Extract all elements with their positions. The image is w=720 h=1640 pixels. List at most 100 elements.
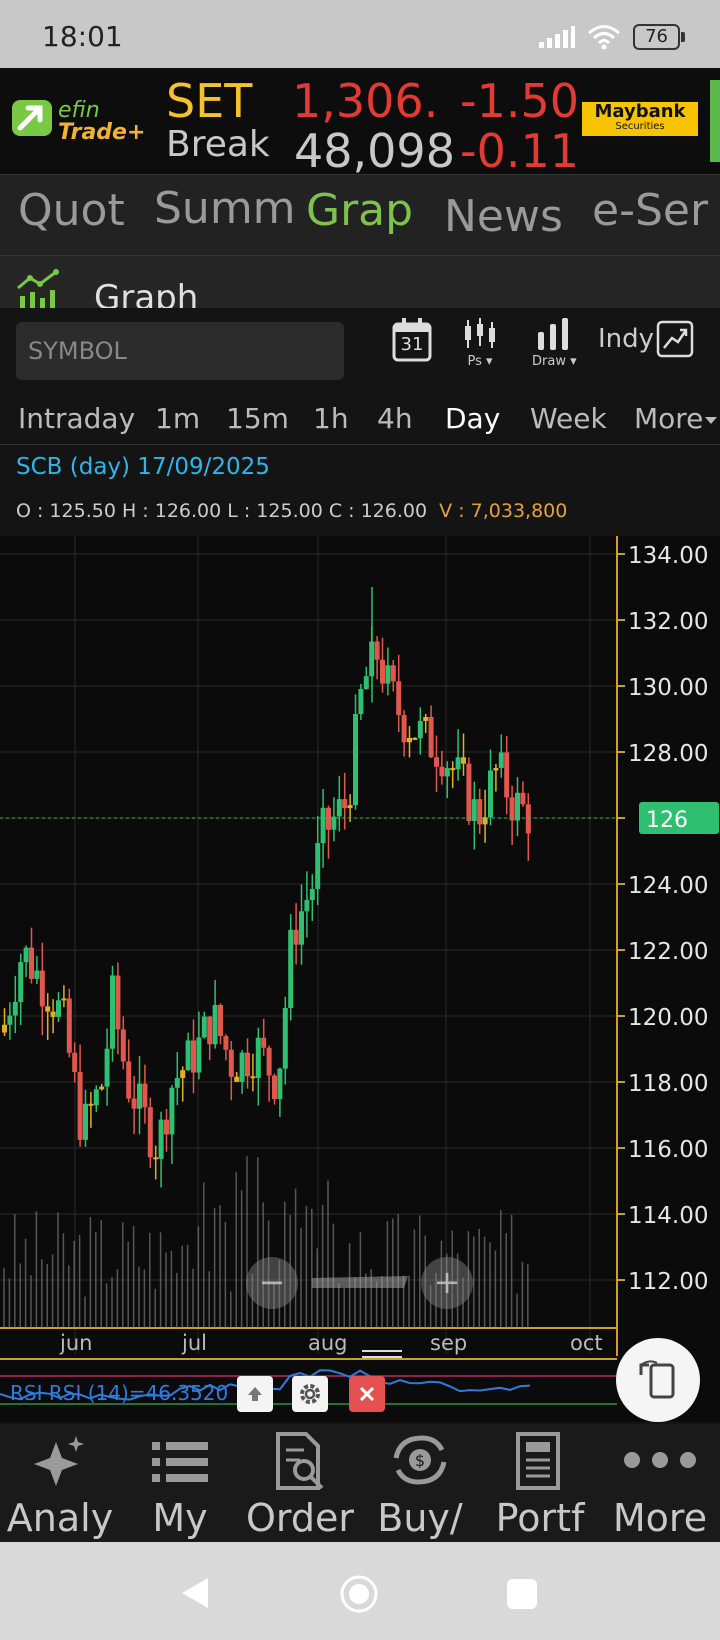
timeframe-1h[interactable]: 1h — [313, 402, 349, 435]
candle-body — [428, 717, 434, 758]
battery-indicator: 76 — [633, 24, 685, 50]
x-tick-label: jun — [59, 1331, 92, 1355]
y-tick-label: 124.00 — [628, 873, 708, 899]
y-tick-label: 134.00 — [628, 543, 708, 569]
nav-buy-sell-label: Buy/ — [377, 1496, 463, 1540]
tab-e-service[interactable]: e-Ser — [592, 185, 708, 236]
timeframe-more[interactable]: More — [634, 402, 703, 435]
candle-body — [401, 715, 407, 743]
x-tick-label: oct — [570, 1331, 603, 1355]
ticker-value-1: 1,306. — [292, 74, 439, 128]
candle-body — [423, 717, 429, 721]
candle-body — [201, 1016, 207, 1038]
candle-body — [353, 714, 358, 806]
zoom-out-icon: − — [259, 1263, 286, 1301]
x-tick-label: aug — [308, 1331, 348, 1355]
x-tick-label: sep — [430, 1331, 467, 1355]
price-chart[interactable]: 134.00 132.00 130.00 128.00 124.00 122.00 120.… — [0, 536, 720, 1422]
candle-body — [250, 1076, 256, 1079]
candle-body — [520, 792, 526, 805]
trend-chart-icon — [656, 320, 694, 358]
candle-body — [131, 1098, 137, 1109]
symbol-input[interactable]: SYMBOL — [16, 322, 344, 380]
timeframe-4h[interactable]: 4h — [377, 402, 413, 435]
list-icon — [152, 1442, 208, 1482]
timeframe-1m[interactable]: 1m — [155, 402, 200, 435]
rotate-screen-button[interactable] — [616, 1338, 700, 1422]
more-dots-icon — [624, 1452, 696, 1468]
candle-body — [304, 900, 310, 912]
candle-body — [261, 1037, 267, 1048]
close-icon — [359, 1386, 375, 1402]
candle-body — [126, 1061, 132, 1099]
indicator-label[interactable]: Indy — [598, 324, 654, 354]
indicator-button[interactable] — [656, 320, 694, 362]
candle-body — [450, 768, 456, 771]
back-icon[interactable] — [180, 1576, 210, 1610]
candle-body — [180, 1070, 186, 1078]
candle-body — [245, 1052, 250, 1077]
candle-body — [218, 1004, 223, 1037]
candle-body — [277, 1068, 283, 1100]
timeframe-day[interactable]: Day — [445, 402, 500, 435]
candle-body — [29, 947, 34, 979]
svg-text:$: $ — [415, 1451, 425, 1470]
recents-icon[interactable] — [506, 1578, 538, 1610]
candle-body — [239, 1052, 245, 1082]
chevron-down-icon[interactable] — [704, 416, 718, 426]
candle-body — [23, 947, 29, 963]
candle-body — [196, 1037, 202, 1073]
candle-body — [417, 720, 423, 739]
timeframe-15m[interactable]: 15m — [226, 402, 289, 435]
bottom-nav: Analy My Order $ Buy/ Portf More — [0, 1424, 720, 1542]
candle-body — [18, 962, 24, 1002]
nav-more-label: More — [612, 1496, 708, 1540]
collapse-up-button[interactable] — [237, 1376, 273, 1412]
nav-my-label: My — [152, 1496, 208, 1540]
ohlc-values: O : 125.50 H : 126.00 L : 125.00 C : 126… — [16, 500, 428, 522]
document-search-icon — [276, 1432, 324, 1490]
candle-body — [461, 757, 466, 764]
price-style-button[interactable]: Ps ▾ — [462, 318, 498, 369]
candle-body — [83, 1103, 88, 1140]
candle-body — [88, 1103, 94, 1106]
tab-summary[interactable]: Summ — [154, 183, 296, 234]
calendar-button[interactable]: 31 — [392, 318, 432, 366]
efin-logo-icon — [12, 100, 52, 136]
candle-body — [104, 1048, 110, 1087]
rsi-settings-button[interactable] — [292, 1376, 328, 1412]
tab-graph[interactable]: Grap — [306, 185, 413, 236]
draw-button[interactable]: Draw ▾ — [532, 318, 577, 369]
candle-body — [342, 799, 348, 809]
y-tick-label: 132.00 — [628, 609, 708, 635]
candle-body — [137, 1083, 142, 1109]
candle-body — [363, 676, 369, 689]
system-nav-bar — [0, 1542, 720, 1640]
candle-body — [504, 752, 510, 798]
timeframe-week[interactable]: Week — [530, 402, 607, 435]
y-tick-label: 118.00 — [628, 1071, 708, 1097]
broker-name: Maybank — [594, 101, 686, 122]
tab-news[interactable]: News — [444, 191, 563, 242]
candle-body — [347, 805, 353, 809]
close-rsi-button[interactable] — [349, 1376, 385, 1412]
timeframe-bar: Intraday 1m 15m 1h 4h Day Week More — [0, 392, 720, 445]
y-tick-label: 122.00 — [628, 939, 708, 965]
candle-body — [336, 799, 342, 817]
ticker-change-2: -0.11 — [460, 124, 580, 178]
current-price-label: 126 — [646, 808, 688, 833]
home-icon[interactable] — [339, 1574, 379, 1614]
y-tick-label: 114.00 — [628, 1203, 708, 1229]
candle-body — [374, 641, 380, 660]
timeframe-intraday[interactable]: Intraday — [18, 402, 135, 435]
candle-body — [412, 737, 418, 740]
candle-body — [153, 1157, 159, 1160]
graph-icon — [17, 269, 59, 308]
candle-body — [488, 770, 493, 818]
wifi-icon — [588, 25, 621, 50]
tab-quote[interactable]: Quot — [18, 185, 125, 236]
candle-body — [396, 681, 402, 716]
nav-analysis-label: Analy — [6, 1496, 114, 1540]
candle-body — [331, 816, 337, 830]
candle-body — [293, 929, 299, 945]
